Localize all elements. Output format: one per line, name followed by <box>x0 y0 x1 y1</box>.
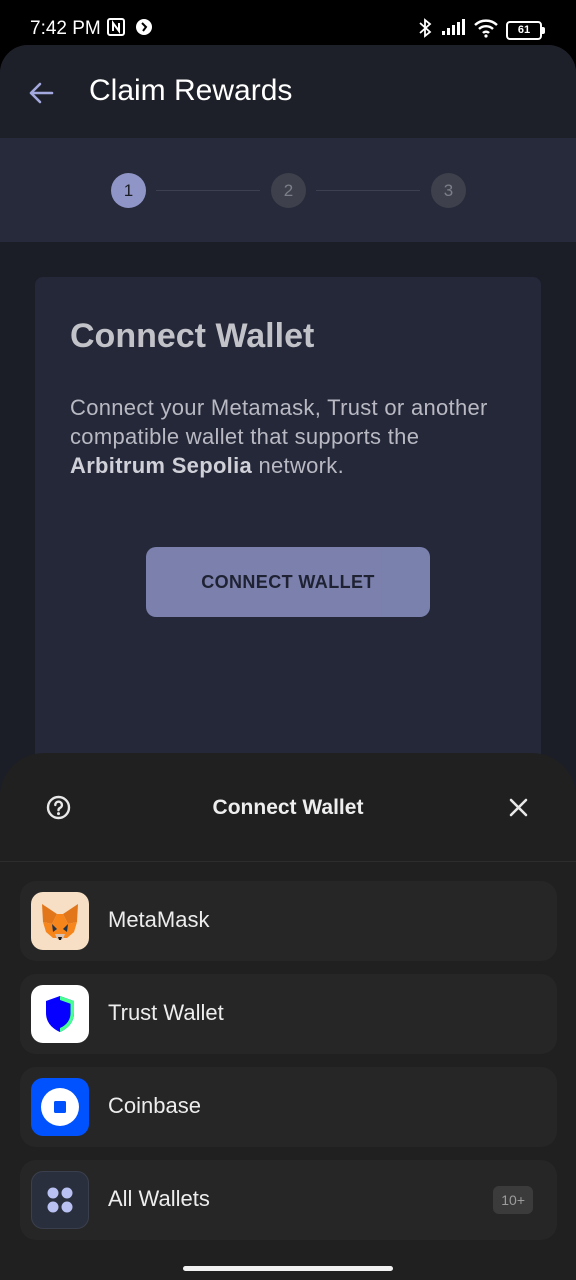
wallet-bottom-sheet: Connect Wallet MetaMask Trust Wallet Coi… <box>0 753 576 1280</box>
wallet-name: Coinbase <box>108 1093 201 1118</box>
coinbase-icon <box>31 1078 89 1136</box>
card-description: Connect your Metamask, Trust or another … <box>70 393 490 480</box>
wallet-name: Trust Wallet <box>108 1000 224 1025</box>
description-text: Connect your Metamask, Trust or another … <box>70 395 488 449</box>
close-icon[interactable] <box>506 795 531 820</box>
wallet-name: All Wallets <box>108 1186 210 1211</box>
wallet-count-badge: 10+ <box>493 1186 533 1214</box>
battery-icon: 61 <box>506 21 545 40</box>
sheet-header: Connect Wallet <box>0 753 576 861</box>
wallet-option-coinbase[interactable]: Coinbase <box>20 1067 557 1147</box>
page-title: Claim Rewards <box>89 74 293 107</box>
home-indicator[interactable] <box>183 1266 393 1271</box>
connect-wallet-button[interactable]: CONNECT WALLET <box>146 547 430 617</box>
step-3: 3 <box>431 173 466 208</box>
step-connector <box>316 190 420 191</box>
metamask-fox-icon <box>31 892 89 950</box>
wallet-option-all-wallets[interactable]: All Wallets 10+ <box>20 1160 557 1240</box>
sheet-divider <box>0 861 576 862</box>
step-1: 1 <box>111 173 146 208</box>
sheet-title: Connect Wallet <box>212 796 364 819</box>
wallet-option-metamask[interactable]: MetaMask <box>20 881 557 961</box>
step-connector <box>156 190 260 191</box>
wallet-option-trust-wallet[interactable]: Trust Wallet <box>20 974 557 1054</box>
status-time: 7:42 PM <box>30 18 101 39</box>
card-title: Connect Wallet <box>70 317 315 355</box>
step-2: 2 <box>271 173 306 208</box>
signal-icon <box>441 18 467 41</box>
connect-wallet-card: Connect Wallet Connect your Metamask, Tr… <box>35 277 541 797</box>
app-bar: Claim Rewards <box>0 45 576 138</box>
app-notification-icon <box>135 18 153 41</box>
nfc-icon <box>107 18 125 41</box>
wallet-name: MetaMask <box>108 907 210 932</box>
network-name: Arbitrum Sepolia <box>70 453 253 478</box>
grid-dots-icon <box>31 1171 89 1229</box>
stepper: 1 2 3 <box>0 138 576 242</box>
bluetooth-icon <box>418 18 432 43</box>
description-suffix: network. <box>252 453 345 478</box>
arrow-left-icon[interactable] <box>26 78 56 108</box>
trust-wallet-shield-icon <box>31 985 89 1043</box>
wifi-icon <box>473 18 499 43</box>
